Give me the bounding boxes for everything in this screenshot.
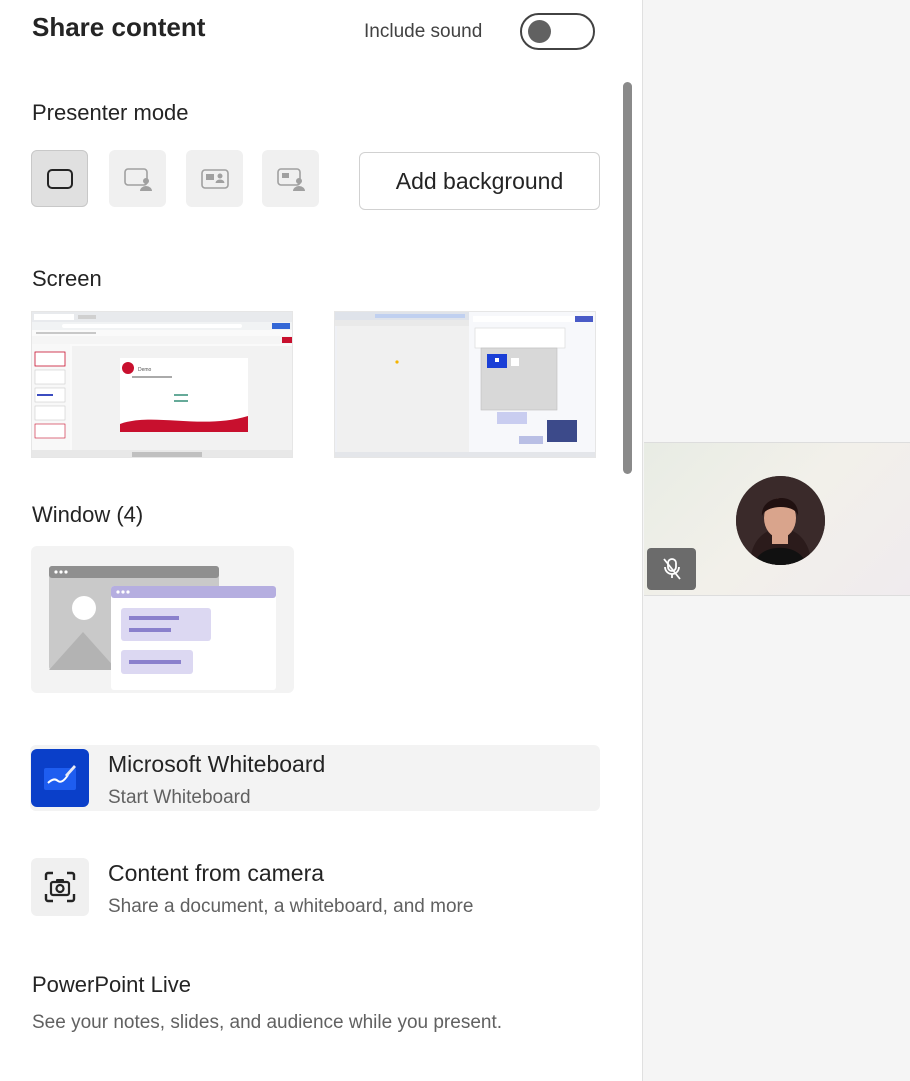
include-sound-toggle[interactable]: [520, 13, 595, 50]
mode-reporter-button[interactable]: [262, 150, 319, 207]
screen-1-preview: Demo: [32, 312, 292, 457]
window-illustration: [49, 566, 276, 690]
content-only-icon: [46, 168, 73, 189]
add-background-button[interactable]: Add background: [359, 152, 600, 210]
side-by-side-icon: [200, 168, 229, 189]
window-section-label: Window (4): [32, 502, 144, 527]
camera-subtitle: Share a document, a whiteboard, and more: [108, 896, 474, 917]
powerpoint-live-title[interactable]: PowerPoint Live: [32, 972, 191, 998]
whiteboard-title: Microsoft Whiteboard: [108, 751, 326, 777]
camera-icon: [31, 858, 89, 916]
mic-off-icon: [662, 558, 681, 580]
slide-title-text: Demo: [138, 367, 152, 373]
powerpoint-live-subtitle: See your notes, slides, and audience whi…: [32, 1012, 503, 1033]
mode-standout-button[interactable]: [109, 150, 166, 207]
mode-side-by-side-button[interactable]: [186, 150, 243, 207]
participant-avatar: [736, 476, 825, 565]
mode-content-only-button[interactable]: [31, 150, 88, 207]
screen-section-label: Screen: [32, 266, 102, 291]
toggle-knob: [528, 20, 551, 43]
share-content-panel: Share content Include sound Presenter mo…: [0, 0, 643, 1081]
screen-1-thumbnail[interactable]: Demo: [31, 311, 293, 458]
panel-title: Share content: [32, 12, 206, 42]
screen-2-thumbnail[interactable]: [334, 311, 596, 458]
content-from-camera-option[interactable]: Content from camera Share a document, a …: [30, 854, 600, 920]
camera-title: Content from camera: [108, 860, 325, 886]
whiteboard-subtitle: Start Whiteboard: [108, 787, 251, 808]
microsoft-whiteboard-option[interactable]: Microsoft Whiteboard Start Whiteboard: [30, 745, 600, 811]
mic-off-button[interactable]: [647, 548, 696, 590]
include-sound-label: Include sound: [364, 21, 483, 42]
window-thumbnail[interactable]: [31, 546, 294, 693]
whiteboard-icon: [31, 749, 89, 807]
panel-scrollbar[interactable]: [623, 82, 632, 474]
presenter-mode-label: Presenter mode: [32, 100, 189, 125]
reporter-icon: [276, 167, 305, 191]
standout-icon: [123, 167, 152, 191]
screen-2-preview: [335, 312, 595, 457]
